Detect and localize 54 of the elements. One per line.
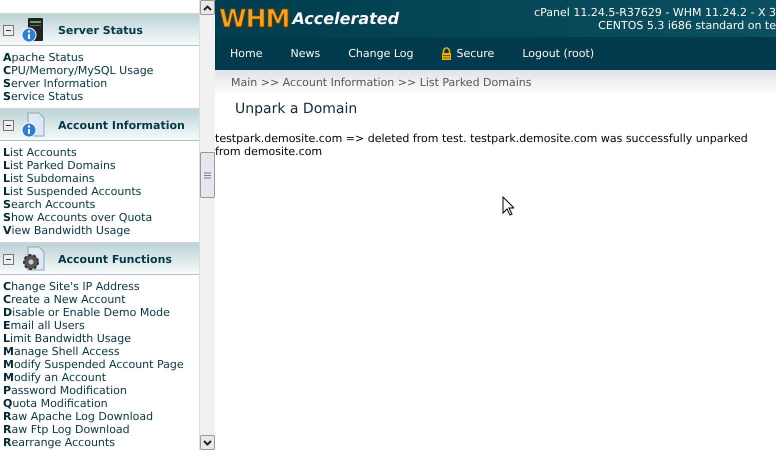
logo-text: WHM: [219, 4, 290, 33]
nav-link[interactable]: News: [290, 47, 320, 60]
scrollbar[interactable]: [199, 0, 215, 450]
section-title: Account Information: [58, 118, 185, 132]
sidebar-link[interactable]: Service Status: [0, 90, 199, 103]
sidebar-link[interactable]: Manage Shell Access: [0, 345, 199, 358]
logo-subtitle: Accelerated: [292, 9, 400, 28]
sidebar-link[interactable]: Create a New Account: [0, 293, 199, 306]
collapse-icon[interactable]: [3, 120, 14, 130]
sidebar-link[interactable]: Limit Bandwidth Usage: [0, 332, 199, 345]
sidebar-link[interactable]: Raw Apache Log Download: [0, 410, 199, 423]
collapse-icon[interactable]: [3, 254, 14, 264]
page-title: Unpark a Domain: [235, 101, 358, 117]
sidebar-link[interactable]: List Suspended Accounts: [0, 185, 199, 198]
sidebar-link[interactable]: Search Accounts: [0, 198, 199, 211]
sidebar-link[interactable]: Apache Status: [0, 51, 199, 64]
sidebar-link[interactable]: List Accounts: [0, 146, 199, 159]
sidebar-link[interactable]: Quota Modification: [0, 397, 199, 410]
document-gear-icon: [20, 246, 46, 272]
sidebar-link[interactable]: Modify Suspended Account Page: [0, 358, 199, 371]
nav-link[interactable]: Home: [230, 47, 262, 60]
section-title: Account Functions: [58, 252, 172, 266]
section-header[interactable]: Server Status: [0, 13, 199, 46]
nav-link[interactable]: Secure: [441, 47, 494, 60]
section-header[interactable]: Account Functions: [0, 242, 199, 275]
scroll-thumb[interactable]: [200, 152, 215, 198]
document-info-icon: [20, 112, 46, 138]
section-title: Server Status: [58, 24, 143, 36]
section-header[interactable]: Account Information: [0, 108, 199, 141]
sidebar-link[interactable]: Email all Users: [0, 319, 199, 332]
sidebar-link[interactable]: Server Information: [0, 77, 199, 90]
sidebar-link[interactable]: View Bandwidth Usage: [0, 224, 199, 237]
sidebar-link[interactable]: Change Site's IP Address: [0, 280, 199, 293]
nav-link[interactable]: Logout (root): [522, 47, 594, 60]
result-message: testpark.demosite.com => deleted from test. testpark.demosite.com was successfully unparked from demosite.com: [215, 132, 749, 158]
server-info-icon: [20, 17, 46, 43]
nav-link[interactable]: Change Log: [348, 47, 414, 60]
sidebar-link[interactable]: List Subdomains: [0, 172, 199, 185]
sidebar-link[interactable]: List Parked Domains: [0, 159, 199, 172]
sidebar-link[interactable]: Rearrange Accounts: [0, 436, 199, 449]
sidebar-link[interactable]: Disable or Enable Demo Mode: [0, 306, 199, 319]
os-text: CENTOS 5.3 i686 standard on te: [598, 18, 776, 32]
scroll-up-icon[interactable]: [200, 0, 215, 15]
lock-icon: [441, 47, 452, 60]
collapse-icon[interactable]: [3, 24, 14, 36]
scroll-down-icon[interactable]: [200, 435, 215, 450]
mouse-cursor-icon: [502, 196, 514, 216]
breadcrumb: Main >> Account Information >> List Parked Domains: [215, 70, 776, 95]
sidebar-link[interactable]: Modify an Account: [0, 371, 199, 384]
sidebar-link[interactable]: CPU/Memory/MySQL Usage: [0, 64, 199, 77]
version-text: cPanel 11.24.5-R37629 - WHM 11.24.2 - X 3: [534, 6, 776, 18]
sidebar-link[interactable]: Password Modification: [0, 384, 199, 397]
sidebar-link[interactable]: Raw Ftp Log Download: [0, 423, 199, 436]
sidebar-link[interactable]: Show Accounts over Quota: [0, 211, 199, 224]
